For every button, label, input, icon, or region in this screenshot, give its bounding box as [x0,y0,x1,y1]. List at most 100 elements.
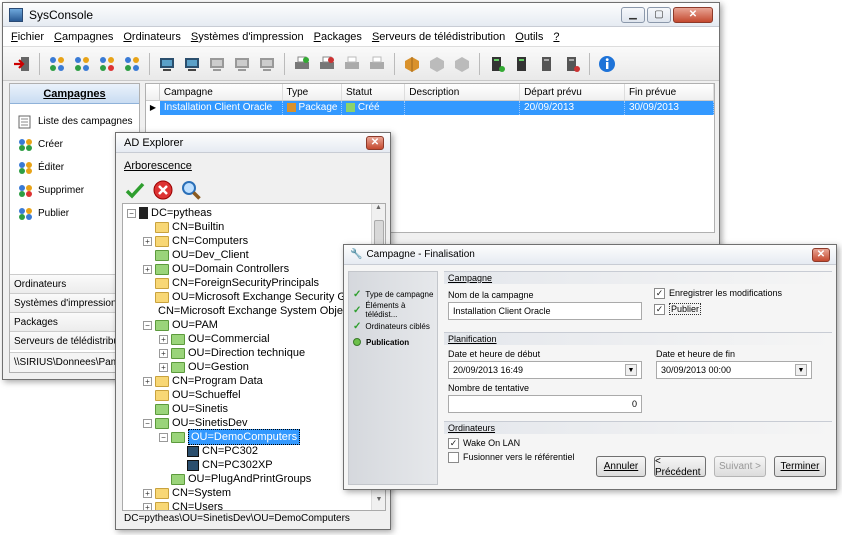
expand-icon[interactable]: + [143,488,152,498]
campaign-delete-icon[interactable] [96,53,118,75]
column-header[interactable]: Fin prévue [625,84,715,100]
group-planification: Planification [444,332,832,345]
expand-icon[interactable]: + [143,502,152,510]
tree-node[interactable]: − DC=pytheas [127,206,381,220]
menu-item[interactable]: Serveurs de télédistribution [372,31,505,43]
enregistrer-checkbox[interactable]: ✓ Enregistrer les modifications [654,288,782,300]
minimize-button[interactable]: ▁ [621,6,645,23]
printer-edit-icon[interactable] [341,53,363,75]
terminer-button[interactable]: Terminer [774,456,826,477]
campaign-publish-icon[interactable] [121,53,143,75]
expand-icon[interactable]: + [159,348,168,358]
server-list-icon[interactable] [486,53,508,75]
suivant-button[interactable]: Suivant > [714,456,766,477]
campaign-list-icon[interactable] [46,53,68,75]
ou-folder-icon [171,333,185,345]
tree-node-label: DC=pytheas [151,207,212,219]
expand-icon[interactable]: + [143,236,152,246]
collapse-icon[interactable]: − [127,208,136,218]
sidebar-header[interactable]: Campagnes [10,84,139,104]
server-delete-icon[interactable] [561,53,583,75]
expand-icon[interactable]: + [143,264,152,274]
tentatives-input[interactable]: 0 [448,395,642,413]
expand-icon[interactable]: + [159,334,168,344]
step-done-icon: ✓ [353,288,362,300]
tree-node-label: OU=Domain Controllers [172,263,290,275]
wizard-close-button[interactable]: ✕ [812,247,830,262]
nom-label: Nom de la campagne [448,290,534,300]
campaign-icon [18,184,34,198]
domain-icon [139,207,148,219]
computer-icon [187,445,199,457]
maximize-button[interactable]: ▢ [647,6,671,23]
menu-item[interactable]: Systèmes d'impression [191,31,304,43]
computer-delete-icon[interactable] [231,53,253,75]
package-add-icon[interactable] [426,53,448,75]
server-add-icon[interactable] [511,53,533,75]
validate-icon[interactable] [124,179,146,201]
campaign-create-icon[interactable] [71,53,93,75]
column-header[interactable]: Départ prévu [520,84,625,100]
table-row[interactable]: ▶ Installation Client Oracle Package Créé 20… [146,101,714,115]
table-cell: Installation Client Oracle [159,101,283,115]
table-cell: 30/09/2013 [624,101,714,115]
computer-import-icon[interactable] [256,53,278,75]
tree-node[interactable]: + CN=Users [127,500,381,510]
precedent-button[interactable]: < Précédent [654,456,706,478]
menu-item[interactable]: Outils [515,31,543,43]
wizard-steps: ✓ Type de campagne ✓ Éléments à télédist...… [348,271,438,485]
wizard-icon: 🔧 [350,249,363,260]
debut-datepicker[interactable]: 20/09/2013 16:49 ▼ [448,361,642,379]
table-header: Campagne Type Statut Description Départ prév… [146,84,715,101]
expand-icon[interactable]: + [143,376,152,386]
printer-delete-icon[interactable] [366,53,388,75]
collapse-icon[interactable]: − [143,418,152,428]
publier-checkbox[interactable]: ✓ Publier [654,303,702,316]
cancel-icon[interactable] [152,179,174,201]
wol-checkbox[interactable]: ✓ Wake On LAN [448,438,832,450]
menu-item[interactable]: Campagnes [54,31,113,43]
campaign-icon [18,207,34,221]
menu-item[interactable]: Fichier [11,31,44,43]
menu-item[interactable]: Packages [314,31,362,43]
fin-label: Date et heure de fin [656,349,736,359]
app-icon [9,7,23,22]
info-icon[interactable] [596,53,618,75]
close-button[interactable]: ✕ [673,6,713,23]
folder-icon [155,291,169,303]
annuler-button[interactable]: Annuler [596,456,646,477]
printer-list-icon[interactable] [291,53,313,75]
fin-datepicker[interactable]: 30/09/2013 00:00 ▼ [656,361,812,379]
collapse-icon[interactable]: − [159,432,168,442]
column-header[interactable]: Campagne [160,84,283,100]
ou-folder-icon [171,473,185,485]
ou-folder-icon [171,347,185,359]
ou-folder-icon [155,417,169,429]
package-edit-icon[interactable] [451,53,473,75]
tree-node-label: OU=PAM [172,319,218,331]
package-list-icon[interactable] [401,53,423,75]
computer-add-icon[interactable] [181,53,203,75]
step-done-icon: ✓ [353,320,362,332]
exit-icon[interactable] [11,53,33,75]
expand-icon[interactable]: + [159,362,168,372]
tentatives-label: Nombre de tentative [448,383,530,393]
ad-close-button[interactable]: ✕ [366,135,384,150]
menu-item[interactable]: ? [553,31,559,43]
sidebar-item-label: Supprimer [38,185,85,196]
tree-node[interactable]: +CN=Builtin [127,220,381,234]
column-header[interactable]: Type [283,84,342,100]
nom-input[interactable]: Installation Client Oracle [448,302,642,320]
folder-icon [155,277,169,289]
printer-add-icon[interactable] [316,53,338,75]
menu-item[interactable]: Ordinateurs [123,31,180,43]
computer-list-icon[interactable] [156,53,178,75]
collapse-icon[interactable]: − [143,320,152,330]
computer-edit-icon[interactable] [206,53,228,75]
table-cell: Créé [341,101,406,115]
column-header[interactable]: Description [405,84,521,100]
column-header[interactable]: Statut [342,84,406,100]
server-edit-icon[interactable] [536,53,558,75]
search-icon[interactable] [180,179,202,201]
sidebar-item[interactable]: Liste des campagnes [10,110,139,133]
